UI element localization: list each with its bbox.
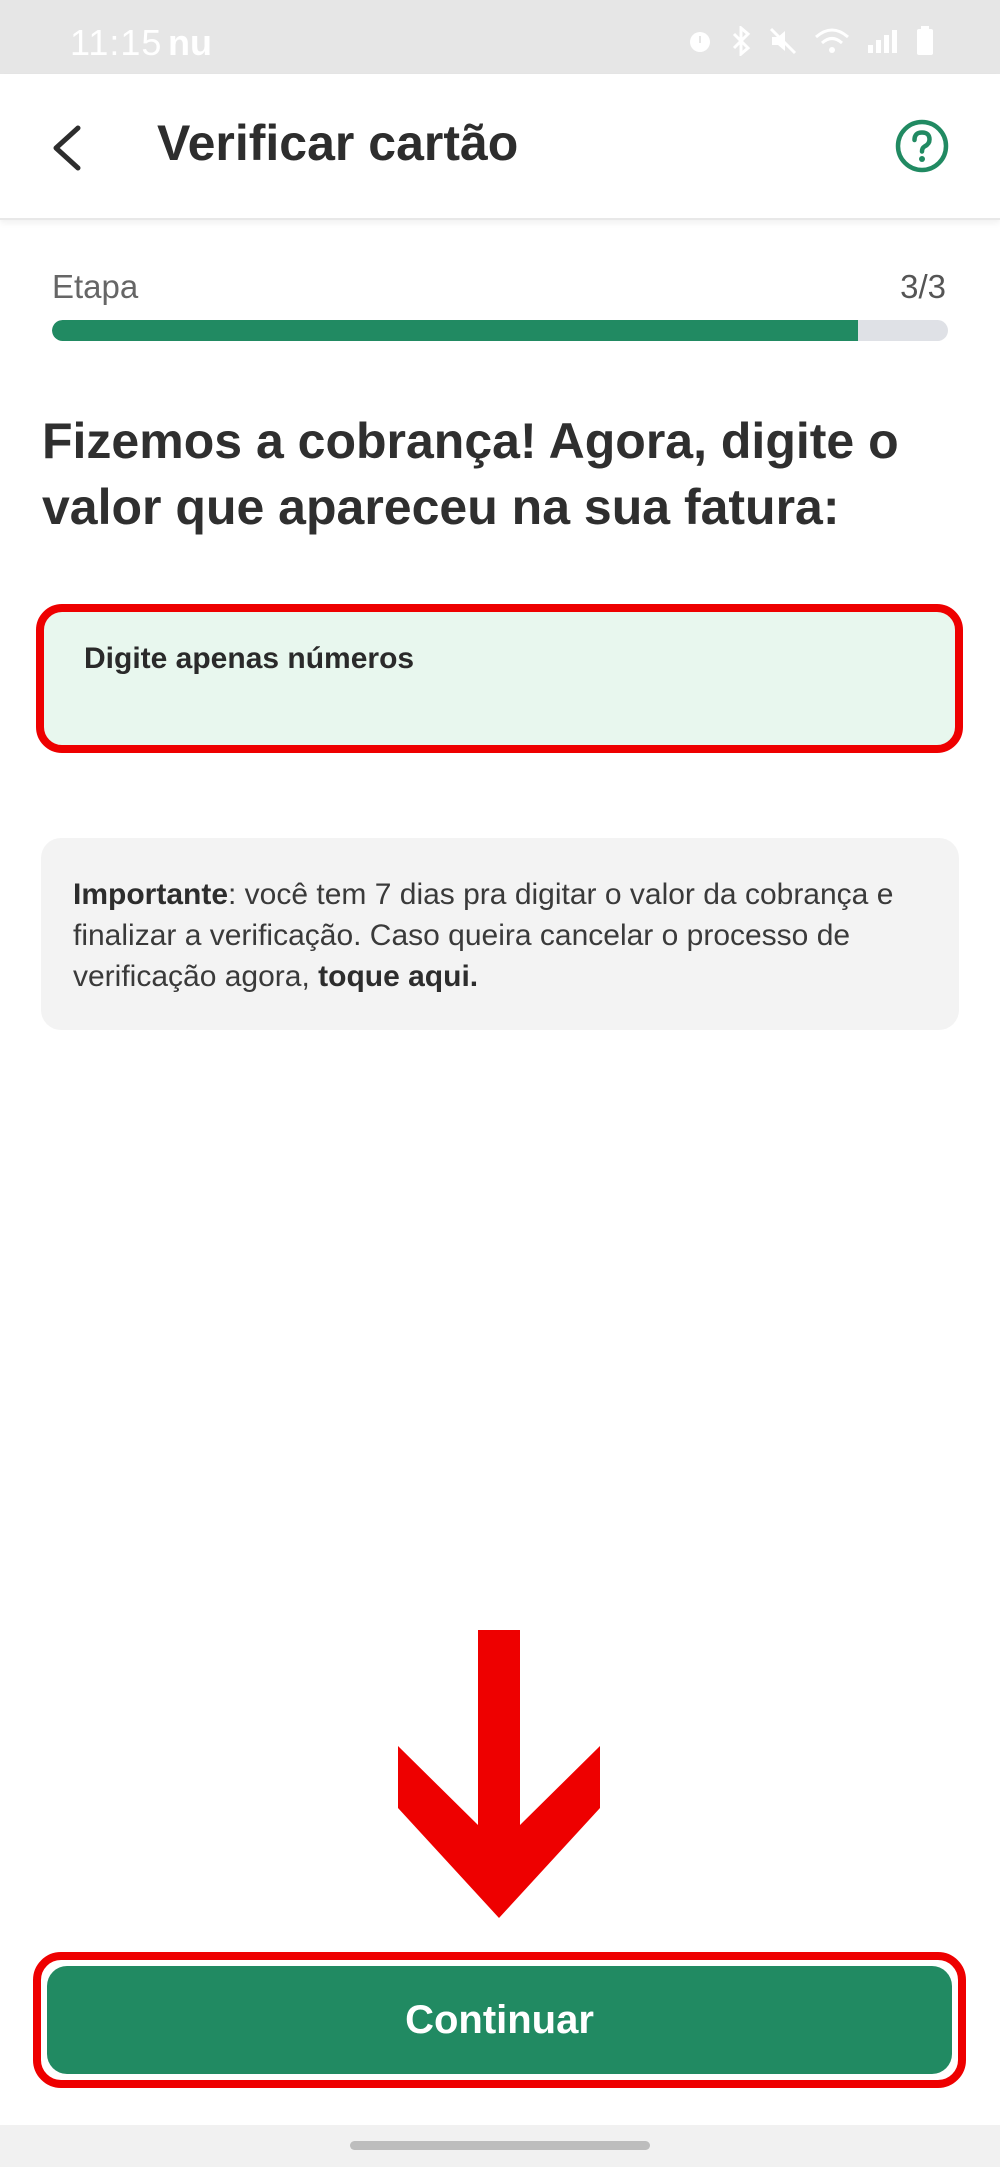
navigation-bar xyxy=(0,2125,1000,2167)
amount-input-container[interactable] xyxy=(36,604,963,753)
chevron-left-icon xyxy=(53,125,81,171)
home-handle[interactable] xyxy=(350,2141,650,2150)
status-bar: 11:15 nu xyxy=(0,0,1000,74)
battery-icon xyxy=(916,26,934,61)
help-button[interactable] xyxy=(894,118,950,174)
step-label: Etapa xyxy=(52,268,139,305)
bluetooth-icon xyxy=(730,24,752,61)
info-box: Importante: você tem 7 dias pra digitar … xyxy=(41,838,959,1030)
step-count: 3/3 xyxy=(900,268,946,305)
info-bold-label: Importante xyxy=(73,878,229,911)
progress-bar xyxy=(52,320,948,341)
status-icons xyxy=(686,24,934,61)
help-circle-icon xyxy=(895,119,949,173)
app-bar: Verificar cartão xyxy=(0,74,1000,220)
red-arrow-annotation xyxy=(398,1630,600,1918)
alarm-icon xyxy=(686,27,714,60)
page-title: Verificar cartão xyxy=(157,115,519,171)
progress-fill xyxy=(52,320,859,341)
status-time: 11:15 xyxy=(70,22,163,63)
status-brand: nu xyxy=(168,22,212,63)
amount-input[interactable] xyxy=(84,642,915,676)
continue-button[interactable]: Continuar xyxy=(47,1966,952,2074)
cancel-verification-link[interactable]: toque aqui. xyxy=(318,960,478,993)
signal-icon xyxy=(866,27,900,60)
continue-button-highlight: Continuar xyxy=(33,1952,966,2088)
main-heading: Fizemos a cobrança! Agora, digite o valo… xyxy=(42,413,899,535)
mute-icon xyxy=(768,26,798,61)
back-button[interactable] xyxy=(38,116,102,180)
wifi-icon xyxy=(814,27,850,60)
